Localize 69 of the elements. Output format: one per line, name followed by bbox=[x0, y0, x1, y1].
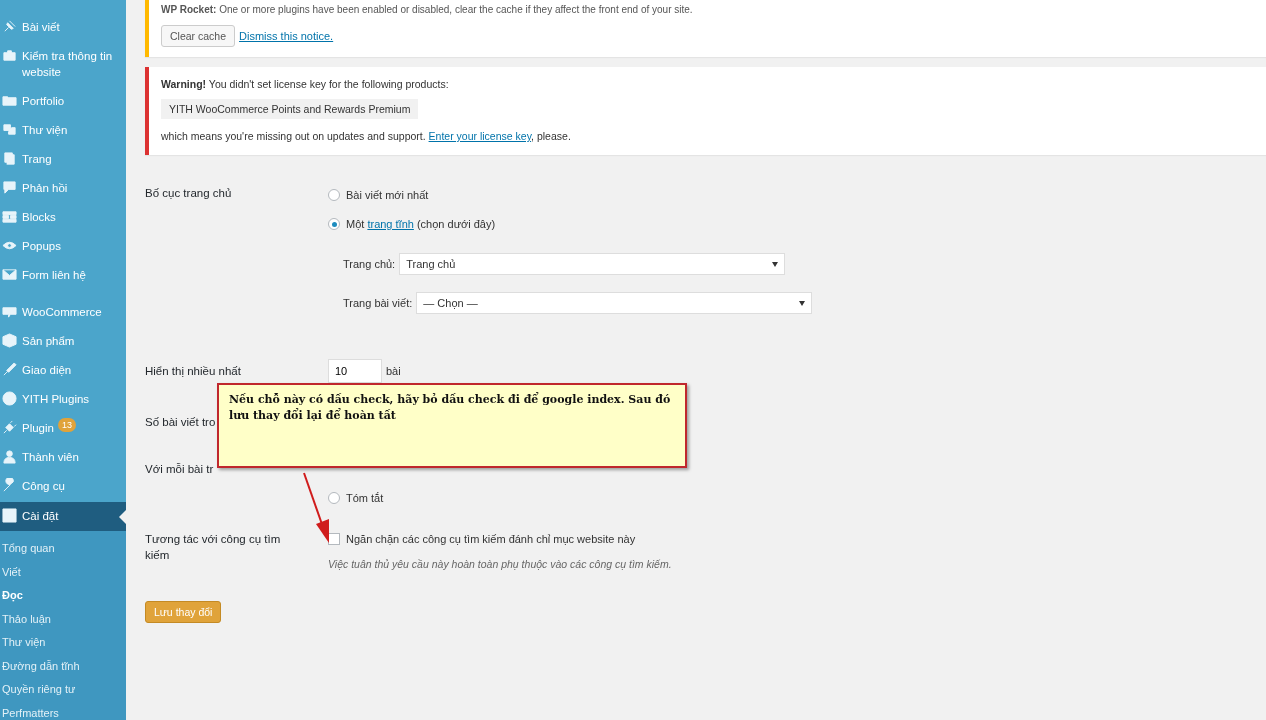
support-text: which means you're missing out on updates and support. Enter your license key, please. bbox=[161, 129, 572, 144]
warning-text: Warning! You didn't set license key for the following products: bbox=[161, 77, 450, 92]
sidebar-item[interactable]: Form liên hệ bbox=[0, 261, 126, 290]
callout-text: Nếu chỗ này có dấu check, hãy bỏ dấu check đi để google index. Sau đó lưu thay đổi lại để hoàn tất bbox=[229, 392, 672, 424]
radio-button[interactable] bbox=[328, 218, 340, 230]
submenu-item[interactable]: Viết bbox=[0, 560, 126, 584]
sidebar-item[interactable]: Portfolio bbox=[0, 87, 126, 116]
pages-icon bbox=[2, 151, 17, 166]
description-text: Việc tuân thủ yêu cầu này hoàn toàn phụ thuộc vào các công cụ tìm kiếm. bbox=[328, 558, 672, 570]
clear-cache-button[interactable]: Clear cache bbox=[161, 25, 236, 47]
sidebar-item[interactable]: Giao diện bbox=[0, 356, 126, 385]
option-label: Tóm tắt bbox=[346, 492, 384, 504]
number-field[interactable]: 10 bbox=[328, 359, 382, 383]
field-label: Số bài viết tro bbox=[145, 415, 216, 430]
folder-icon bbox=[2, 93, 17, 108]
option-label: Bài viết mới nhất bbox=[346, 189, 429, 201]
dropdown[interactable]: Trang chủ bbox=[399, 253, 786, 275]
submenu-item[interactable]: Tổng quan bbox=[0, 537, 126, 561]
callout-arrow bbox=[303, 472, 329, 543]
save-changes-button[interactable]: Lưu thay đổi bbox=[145, 601, 222, 623]
submenu-item[interactable]: Đọc bbox=[0, 584, 126, 608]
media-icon bbox=[2, 122, 17, 137]
caret-icon bbox=[772, 261, 779, 267]
radio-button[interactable] bbox=[328, 492, 340, 504]
toolbox-icon bbox=[2, 48, 17, 63]
pin-icon bbox=[2, 19, 17, 34]
submenu-item[interactable]: Perfmatters bbox=[0, 701, 126, 720]
sidebar-item[interactable]: Thư viện bbox=[0, 116, 126, 145]
submenu-item[interactable]: Quyền riêng tư bbox=[0, 678, 126, 702]
current-menu-pointer bbox=[119, 510, 126, 524]
radio-button[interactable] bbox=[328, 189, 340, 201]
product-tag: YITH WooCommerce Points and Rewards Premium bbox=[161, 99, 419, 119]
submenu-item[interactable]: Thư viện bbox=[0, 631, 126, 655]
sidebar-item[interactable]: Phản hồi bbox=[0, 174, 126, 203]
unit-label: bài bbox=[386, 365, 401, 377]
sidebar-item[interactable]: Kiểm tra thông tin website bbox=[0, 42, 126, 87]
sidebar-item[interactable]: Popups bbox=[0, 232, 126, 261]
sidebar-item[interactable]: Sản phẩm bbox=[0, 327, 126, 356]
sidebar-item[interactable]: Cài đặt bbox=[0, 502, 126, 531]
brush-icon bbox=[2, 362, 17, 377]
field-label: Hiển thị nhiều nhất bbox=[145, 364, 241, 379]
field-label: Với mỗi bài tr bbox=[145, 462, 214, 477]
select-label: Trang chủ: bbox=[343, 258, 396, 270]
notice-text: WP Rocket: One or more plugins have been enabled or disabled, clear the cache if they affect the front end of your site. bbox=[161, 3, 694, 17]
sidebar-item[interactable]: WooCommerce bbox=[0, 298, 126, 327]
dismiss-link[interactable]: Dismiss this notice. bbox=[239, 30, 334, 42]
user-icon bbox=[2, 449, 17, 464]
field-label: Tương tác với công cụ tìm kiếm bbox=[145, 532, 282, 563]
submenu-item[interactable]: Đường dẫn tĩnh bbox=[0, 654, 126, 678]
update-count-badge: 13 bbox=[58, 418, 76, 432]
sidebar-item[interactable]: YITH Plugins bbox=[0, 385, 126, 414]
option-label: Một trang tĩnh (chọn dưới đây) bbox=[346, 218, 496, 230]
cube-icon bbox=[2, 333, 17, 348]
caret-icon bbox=[799, 300, 806, 306]
blocks-icon bbox=[2, 209, 17, 224]
field-label: Bố cục trang chủ bbox=[145, 186, 232, 201]
envelope-icon bbox=[2, 267, 17, 282]
static-page-link[interactable]: trang tĩnh bbox=[367, 218, 414, 230]
dropdown[interactable]: — Chọn — bbox=[416, 292, 813, 314]
sidebar-item[interactable]: Trang bbox=[0, 145, 126, 174]
sidebar-item[interactable]: Plugin 13 bbox=[0, 414, 126, 443]
sidebar-item[interactable]: Thành viên bbox=[0, 443, 126, 472]
sidebar-item[interactable]: Bài viết bbox=[0, 13, 126, 42]
checkbox-label: Ngăn chặn các công cụ tìm kiếm đánh chỉ mục website này bbox=[346, 533, 636, 545]
speech-bubble-icon bbox=[2, 180, 17, 195]
sidebar-item[interactable]: Công cụ bbox=[0, 472, 126, 501]
submenu-item[interactable]: Thảo luận bbox=[0, 607, 126, 631]
select-label: Trang bài viết: bbox=[343, 297, 413, 309]
sidebar-item[interactable]: Blocks bbox=[0, 203, 126, 232]
